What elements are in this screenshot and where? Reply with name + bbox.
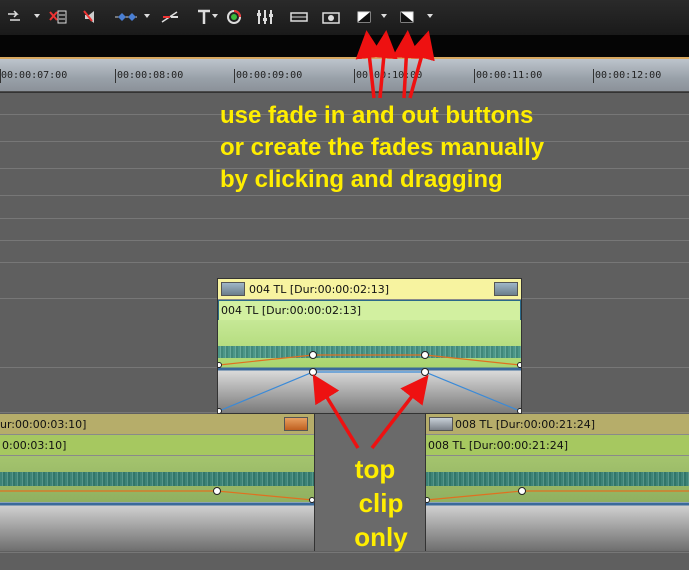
annotation-arrows xyxy=(312,30,435,450)
